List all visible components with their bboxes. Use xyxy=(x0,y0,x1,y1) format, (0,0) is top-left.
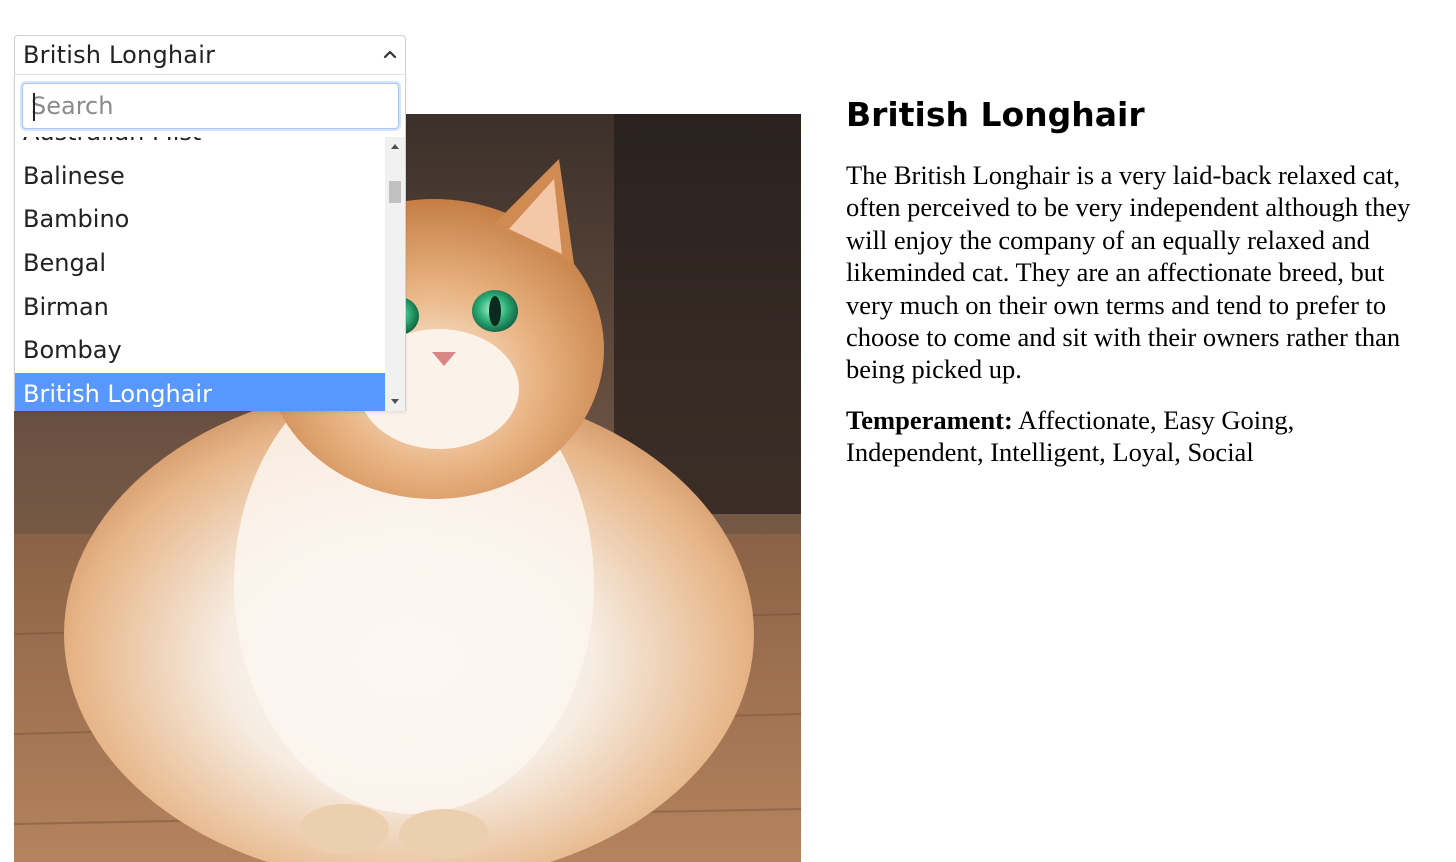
option-birman[interactable]: Birman xyxy=(15,286,385,330)
option-bambino[interactable]: Bambino xyxy=(15,198,385,242)
breed-description: The British Longhair is a very laid-back… xyxy=(846,160,1411,385)
option-list[interactable]: Australian Mist Balinese Bambino Bengal … xyxy=(15,137,385,411)
option-bengal[interactable]: Bengal xyxy=(15,242,385,286)
search-box[interactable] xyxy=(22,83,399,129)
triangle-up-icon[interactable] xyxy=(385,137,405,157)
text-caret xyxy=(33,93,35,121)
option-list-scrollbar[interactable] xyxy=(385,137,405,411)
breed-temperament: Temperament: Affectionate, Easy Going, I… xyxy=(846,404,1421,469)
breed-select-value: British Longhair xyxy=(23,41,216,69)
option-bombay[interactable]: Bombay xyxy=(15,329,385,373)
option-british-longhair[interactable]: British Longhair xyxy=(15,373,385,411)
option-balinese[interactable]: Balinese xyxy=(15,155,385,199)
option-australian-mist[interactable]: Australian Mist xyxy=(15,137,385,155)
triangle-down-icon[interactable] xyxy=(385,391,405,411)
breed-dropdown: Australian Mist Balinese Bambino Bengal … xyxy=(14,74,406,411)
breed-title: British Longhair xyxy=(846,95,1145,134)
search-input[interactable] xyxy=(31,90,386,122)
scrollbar-thumb[interactable] xyxy=(389,181,401,203)
breed-select[interactable]: British Longhair xyxy=(14,35,406,74)
chevron-up-icon[interactable] xyxy=(383,49,397,59)
breed-details: British Longhair The British Longhair is… xyxy=(846,92,1421,469)
temperament-label: Temperament: xyxy=(846,404,1013,435)
